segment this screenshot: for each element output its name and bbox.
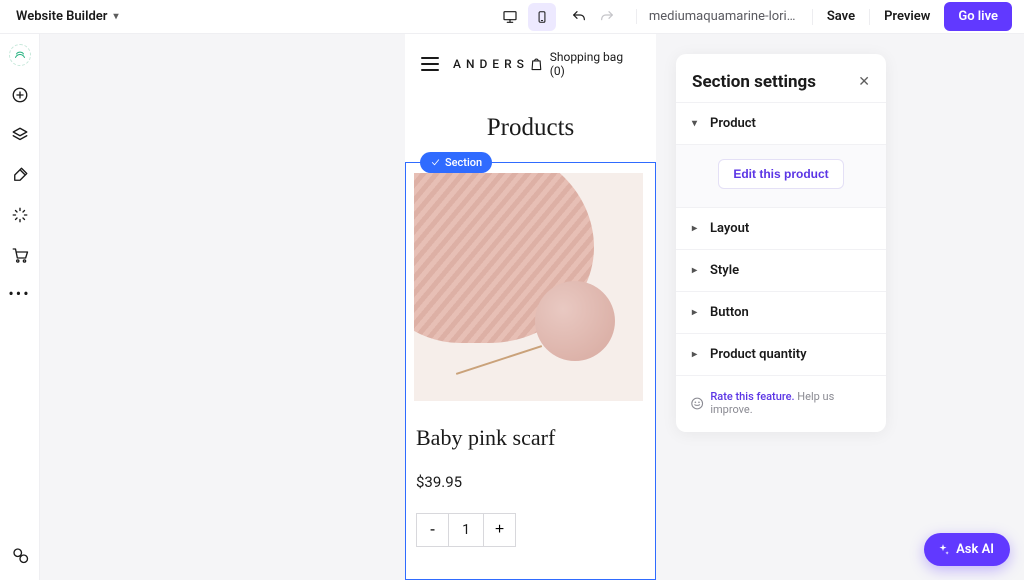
chevron-down-icon: ▾ — [113, 11, 118, 22]
accordion-quantity[interactable]: ▸ Product quantity — [676, 333, 886, 375]
divider — [869, 9, 870, 25]
rate-feature-link[interactable]: Rate this feature. — [710, 390, 794, 403]
selected-section[interactable]: Section Baby pink scarf $39.95 - 1 + — [405, 162, 656, 580]
qty-increase-button[interactable]: + — [483, 514, 515, 546]
help-button[interactable] — [9, 544, 31, 566]
accordion-button[interactable]: ▸ Button — [676, 291, 886, 333]
chevron-down-icon: ▾ — [692, 118, 702, 129]
shopping-bag-link[interactable]: Shopping bag (0) — [529, 50, 640, 78]
hamburger-icon[interactable] — [421, 57, 439, 71]
styles-button[interactable] — [9, 164, 31, 186]
chevron-right-icon: ▸ — [692, 265, 702, 276]
store-button[interactable] — [9, 244, 31, 266]
edit-product-button[interactable]: Edit this product — [718, 159, 843, 189]
site-logo[interactable] — [9, 44, 31, 66]
qty-decrease-button[interactable]: - — [417, 514, 449, 546]
mobile-preview: ANDERS Shopping bag (0) Products Section… — [405, 34, 656, 580]
product-price: $39.95 — [416, 473, 645, 491]
save-button[interactable]: Save — [827, 9, 855, 24]
undo-button[interactable] — [566, 4, 592, 30]
preview-button[interactable]: Preview — [884, 9, 930, 24]
domain-label[interactable]: mediumaquamarine-loris-m... — [636, 9, 796, 24]
device-desktop-button[interactable] — [496, 3, 524, 31]
section-badge[interactable]: Section — [420, 152, 492, 173]
section-settings-panel: Section settings ✕ ▾ Product Edit this p… — [676, 54, 886, 432]
device-mobile-button[interactable] — [528, 3, 556, 31]
product-image[interactable] — [414, 173, 643, 401]
page-title: Products — [405, 114, 656, 142]
add-section-button[interactable] — [9, 84, 31, 106]
chevron-right-icon: ▸ — [692, 223, 702, 234]
ask-ai-label: Ask AI — [956, 542, 994, 557]
site-brand: ANDERS — [453, 57, 529, 71]
rate-feature: Rate this feature. Help us improve. — [676, 375, 886, 432]
panel-title: Section settings — [692, 72, 816, 92]
go-live-button[interactable]: Go live — [944, 2, 1012, 31]
shopping-bag-label: Shopping bag (0) — [550, 50, 640, 78]
redo-button[interactable] — [594, 4, 620, 30]
divider — [812, 9, 813, 25]
quantity-stepper: - 1 + — [416, 513, 516, 547]
chevron-right-icon: ▸ — [692, 307, 702, 318]
layers-button[interactable] — [9, 124, 31, 146]
product-name: Baby pink scarf — [416, 425, 645, 451]
chevron-right-icon: ▸ — [692, 349, 702, 360]
app-name: Website Builder — [16, 9, 107, 24]
accordion-style[interactable]: ▸ Style — [676, 249, 886, 291]
close-icon[interactable]: ✕ — [858, 74, 870, 90]
accordion-layout[interactable]: ▸ Layout — [676, 207, 886, 249]
app-switcher[interactable]: Website Builder ▾ — [16, 9, 118, 24]
ask-ai-button[interactable]: Ask AI — [924, 533, 1010, 566]
left-rail: ••• — [0, 34, 40, 580]
more-button[interactable]: ••• — [8, 284, 30, 303]
qty-value: 1 — [449, 514, 483, 546]
accordion-product[interactable]: ▾ Product — [676, 102, 886, 144]
ai-tools-button[interactable] — [9, 204, 31, 226]
accordion-product-body: Edit this product — [676, 144, 886, 207]
